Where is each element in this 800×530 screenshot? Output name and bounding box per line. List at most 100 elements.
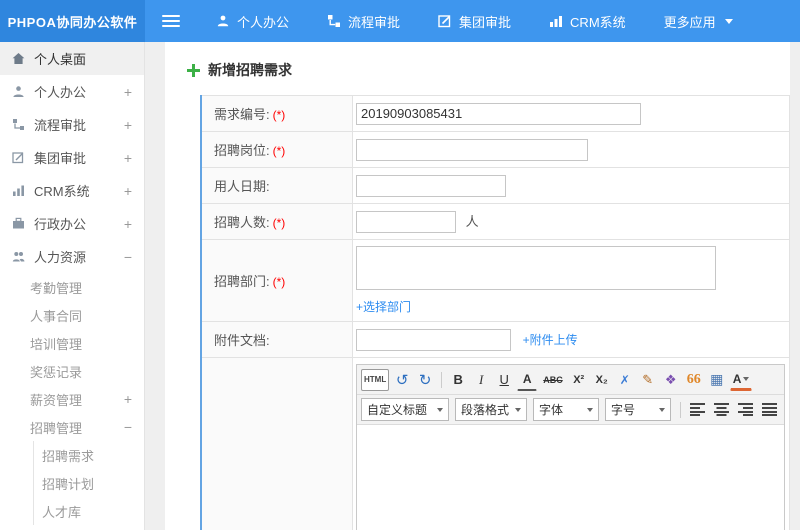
expand-toggle[interactable]: +: [122, 183, 134, 199]
edit-square-icon: [12, 151, 34, 164]
nav-item-workflow-approval[interactable]: 流程审批: [308, 0, 419, 42]
font-family-dropdown[interactable]: 字体: [533, 398, 599, 421]
sidebar-item-personal-office[interactable]: 个人办公 +: [0, 75, 144, 108]
nav-item-group-approval[interactable]: 集团审批: [419, 0, 530, 42]
headcount-input[interactable]: [356, 210, 456, 233]
edit-square-icon: [438, 14, 452, 28]
sidebar-item-admin-office[interactable]: 行政办公 +: [0, 207, 144, 240]
select-department-link[interactable]: +选择部门: [356, 300, 411, 314]
paragraph-format-dropdown[interactable]: 段落格式: [455, 398, 527, 421]
align-left-icon[interactable]: [687, 399, 708, 421]
caret-down-icon: [743, 376, 750, 381]
field-label: 招聘岗位:: [214, 143, 270, 158]
font-size-dropdown[interactable]: 字号: [605, 398, 671, 421]
flow-icon: [327, 14, 341, 28]
collapse-toggle[interactable]: −: [122, 249, 134, 265]
form-row-hire-date: 用人日期:: [200, 167, 790, 204]
sidebar-item-salary-management[interactable]: 薪资管理 +: [0, 385, 144, 413]
collapse-toggle[interactable]: −: [122, 419, 134, 435]
app-window: PHPOA协同办公软件 个人办公 流程审批 集团审批 CRM系统 更多应用 个人…: [0, 0, 800, 530]
field-label: 用人日期:: [214, 179, 270, 194]
sidebar-item-human-resources[interactable]: 人力资源 −: [0, 240, 144, 273]
field-label: 招聘部门:: [214, 274, 270, 289]
remove-format-button[interactable]: ✗: [615, 369, 635, 391]
expand-toggle[interactable]: +: [122, 391, 134, 407]
font-color-button[interactable]: A: [729, 369, 753, 391]
sidebar-item-recruit-management[interactable]: 招聘管理 −: [0, 413, 144, 441]
align-justify-icon[interactable]: [759, 399, 780, 421]
user-icon: [12, 85, 34, 98]
bold-button[interactable]: B: [448, 369, 468, 391]
strikethrough-button[interactable]: ABC: [540, 369, 566, 391]
caret-down-icon: [659, 407, 665, 412]
position-input[interactable]: [356, 138, 588, 161]
nav-label: CRM系统: [570, 14, 626, 30]
people-icon: [12, 250, 34, 263]
expand-toggle[interactable]: +: [122, 150, 134, 166]
content-panel: 新增招聘需求 需求编号:(*) 招聘岗位:(*) 用人日期:: [165, 42, 790, 530]
insert-table-button[interactable]: ▦: [707, 369, 727, 391]
sidebar: 个人桌面 个人办公 + 流程审批 + 集团审批 + CRM系统 + 行政办公 +…: [0, 42, 145, 530]
custom-heading-dropdown[interactable]: 自定义标题: [361, 398, 449, 421]
sidebar-item-reward-punishment[interactable]: 奖惩记录: [0, 357, 144, 385]
unit-label: 人: [465, 214, 479, 229]
sidebar-item-recruit-plan[interactable]: 招聘计划: [0, 469, 144, 497]
caret-down-icon: [437, 407, 443, 412]
sidebar-item-workflow-approval[interactable]: 流程审批 +: [0, 108, 144, 141]
sidebar-item-attendance-management[interactable]: 考勤管理: [0, 273, 144, 301]
sidebar-item-crm-system[interactable]: CRM系统 +: [0, 174, 144, 207]
field-label: 需求编号:: [214, 107, 270, 122]
blockquote-button[interactable]: 66: [684, 369, 704, 391]
plus-icon: [187, 63, 200, 77]
highlight-button[interactable]: ❖: [661, 369, 681, 391]
undo-button[interactable]: ↺: [392, 369, 412, 391]
form-row-requirements: 岗位要求:(*) HTML ↺ ↻ B I U: [200, 357, 790, 530]
sidebar-item-personal-desktop[interactable]: 个人桌面: [0, 42, 144, 75]
bar-chart-icon: [549, 14, 563, 28]
form-row-headcount: 招聘人数: (*) 人: [200, 203, 790, 240]
bar-chart-icon: [12, 184, 34, 197]
format-paint-button[interactable]: ✎: [638, 369, 658, 391]
expand-toggle[interactable]: +: [122, 117, 134, 133]
top-bar: PHPOA协同办公软件 个人办公 流程审批 集团审批 CRM系统 更多应用: [0, 0, 800, 42]
underline-button[interactable]: U: [494, 369, 514, 391]
subscript-button[interactable]: X₂: [592, 369, 612, 391]
html-source-button[interactable]: HTML: [361, 368, 390, 391]
required-mark: (*): [272, 108, 286, 122]
sidebar-item-talent-pool[interactable]: 人才库: [0, 497, 144, 525]
home-icon: [12, 52, 34, 65]
align-right-icon[interactable]: [735, 399, 756, 421]
toolbar-separator: [441, 371, 443, 388]
sidebar-item-hr-contract[interactable]: 人事合同: [0, 301, 144, 329]
editor-toolbar-row2: 自定义标题 段落格式 字体 字号: [357, 395, 784, 425]
nav-item-crm-system[interactable]: CRM系统: [530, 0, 645, 42]
hamburger-menu-icon[interactable]: [145, 0, 197, 42]
sidebar-item-group-approval[interactable]: 集团审批 +: [0, 141, 144, 174]
form-row-department: 招聘部门: (*) +选择部门: [200, 239, 790, 322]
redo-button[interactable]: ↻: [415, 369, 435, 391]
sidebar-item-recruit-demand[interactable]: 招聘需求: [0, 441, 144, 469]
department-textarea[interactable]: [356, 246, 716, 290]
demand-number-input[interactable]: [356, 102, 641, 125]
caret-down-icon: [515, 407, 521, 412]
expand-toggle[interactable]: +: [122, 216, 134, 232]
sidebar-item-training-management[interactable]: 培训管理: [0, 329, 144, 357]
toolbar-separator: [680, 401, 681, 418]
editor-content-area[interactable]: [357, 425, 784, 530]
user-icon: [216, 14, 230, 28]
align-center-icon[interactable]: [711, 399, 732, 421]
superscript-button[interactable]: X²: [569, 369, 589, 391]
rich-text-editor: HTML ↺ ↻ B I U A ABC X² X₂ ✗ ✎ ❖ 66 ▦ A …: [356, 364, 785, 530]
attachment-upload-link[interactable]: +附件上传: [523, 333, 578, 347]
form-row-attachment: 附件文档: +附件上传: [200, 321, 790, 358]
expand-toggle[interactable]: +: [122, 84, 134, 100]
nav-item-personal-office[interactable]: 个人办公: [197, 0, 308, 42]
field-label: 附件文档:: [214, 333, 270, 348]
required-mark: (*): [272, 144, 286, 158]
form-row-demand-number: 需求编号: (*): [200, 95, 790, 132]
italic-button[interactable]: I: [471, 369, 491, 391]
hire-date-input[interactable]: [356, 174, 506, 197]
nav-item-more-apps[interactable]: 更多应用: [645, 0, 752, 42]
font-name-button[interactable]: A: [517, 369, 538, 391]
attachment-input[interactable]: [356, 328, 511, 351]
